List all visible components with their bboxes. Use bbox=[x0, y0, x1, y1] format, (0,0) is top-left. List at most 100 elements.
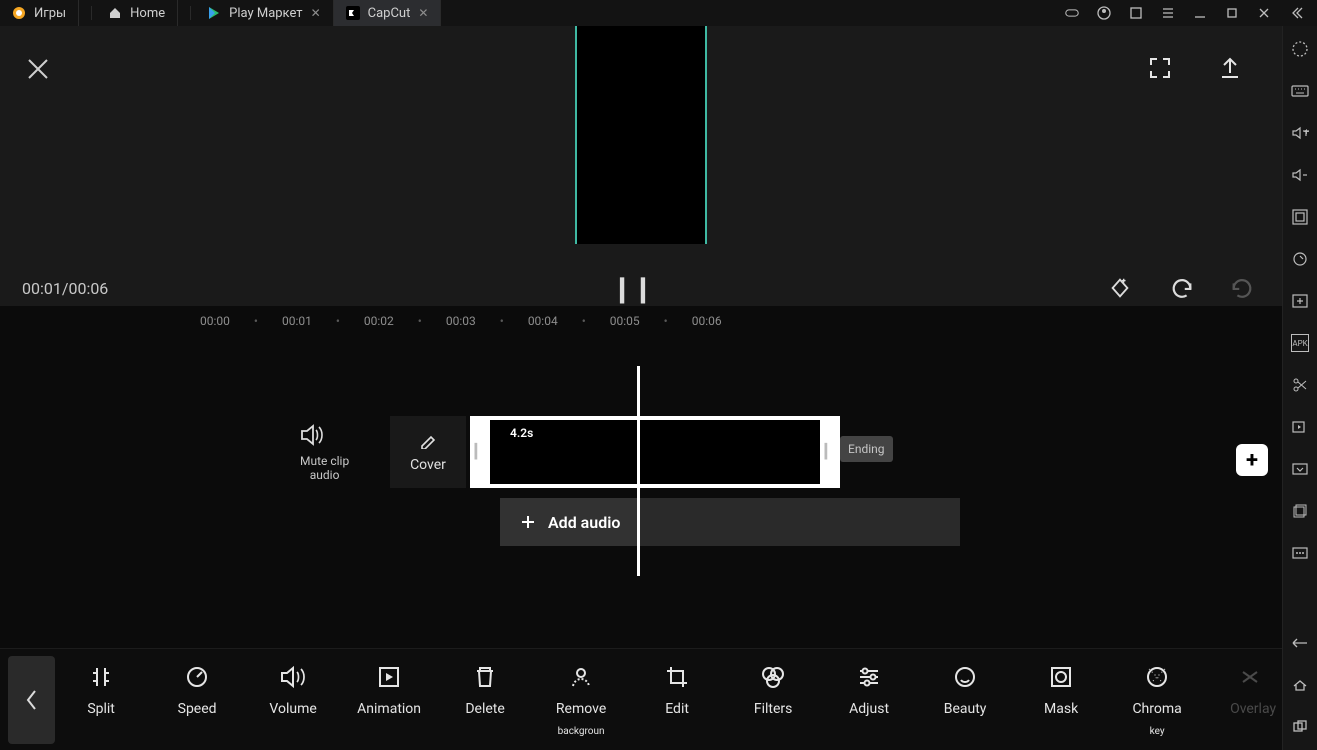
speaker-icon bbox=[300, 424, 349, 446]
time-ruler[interactable]: 00:00• 00:01• 00:02• 00:03• 00:04• 00:05… bbox=[0, 306, 1282, 336]
recent-icon[interactable] bbox=[1291, 718, 1309, 736]
mute-clip-audio-button[interactable]: Mute clipaudio bbox=[300, 424, 349, 482]
tool-overlay: Overlay bbox=[1227, 663, 1279, 737]
tick: 00:03 bbox=[446, 314, 476, 328]
save-icon[interactable] bbox=[1291, 460, 1309, 478]
screenshot-plus-icon[interactable] bbox=[1291, 292, 1309, 310]
tools: Split Speed Volume Animation Delete Remo… bbox=[75, 663, 1282, 737]
tool-edit[interactable]: Edit bbox=[651, 663, 703, 737]
tab-play-market[interactable]: Play Маркет ✕ bbox=[178, 0, 334, 26]
back-arrow-icon[interactable] bbox=[1291, 634, 1309, 652]
mask-icon bbox=[1047, 663, 1075, 691]
toolbar-back-button[interactable] bbox=[8, 656, 55, 744]
playhead[interactable] bbox=[637, 366, 640, 576]
menu-icon[interactable] bbox=[1161, 6, 1175, 20]
pencil-icon bbox=[419, 431, 437, 449]
video-preview[interactable] bbox=[575, 26, 707, 244]
fullscreen-button[interactable] bbox=[1148, 56, 1172, 80]
maximize-icon[interactable] bbox=[1225, 6, 1239, 20]
tick: 00:06 bbox=[692, 314, 722, 328]
tool-beauty[interactable]: Beauty bbox=[939, 663, 991, 737]
clip-duration: 4.2s bbox=[510, 426, 533, 440]
tool-adjust[interactable]: Adjust bbox=[843, 663, 895, 737]
tool-filters[interactable]: Filters bbox=[747, 663, 799, 737]
remove-bg-icon bbox=[567, 663, 595, 691]
tick: 00:00 bbox=[200, 314, 230, 328]
close-editor-button[interactable] bbox=[25, 56, 51, 82]
add-audio-button[interactable]: Add audio bbox=[500, 498, 960, 546]
beauty-icon bbox=[951, 663, 979, 691]
tick: 00:04 bbox=[528, 314, 558, 328]
volume-down-icon[interactable] bbox=[1291, 166, 1309, 184]
cover-label: Cover bbox=[410, 457, 446, 473]
tool-delete[interactable]: Delete bbox=[459, 663, 511, 737]
capcut-icon bbox=[346, 6, 360, 20]
collapse-sidebar-icon[interactable] bbox=[1289, 6, 1303, 20]
tool-remove-bg[interactable]: Remove backgroun bbox=[555, 663, 607, 737]
close-window-icon[interactable] bbox=[1257, 6, 1271, 20]
tool-split[interactable]: Split bbox=[75, 663, 127, 737]
layers-icon[interactable] bbox=[1291, 502, 1309, 520]
timeline[interactable]: Mute clipaudio Cover ▎ ▎ 4.2s Ending Add… bbox=[0, 336, 1282, 648]
tick: 00:02 bbox=[364, 314, 394, 328]
time-display: 00:01/00:06 bbox=[22, 279, 108, 298]
undo-button[interactable] bbox=[1170, 276, 1194, 300]
tool-volume[interactable]: Volume bbox=[267, 663, 319, 737]
add-track-button[interactable]: + bbox=[1236, 444, 1268, 476]
tab-home[interactable]: Home bbox=[79, 0, 178, 26]
volume-up-icon[interactable]: + bbox=[1291, 124, 1309, 142]
video-clip[interactable]: ▎ ▎ 4.2s bbox=[470, 416, 840, 488]
apk-icon[interactable]: APK bbox=[1291, 334, 1309, 352]
record-icon[interactable] bbox=[1291, 418, 1309, 436]
tab-label: Home bbox=[130, 6, 165, 21]
clip-handle-right[interactable]: ▎ bbox=[820, 420, 840, 484]
keyboard-icon[interactable] bbox=[1291, 82, 1309, 100]
adjust-icon bbox=[855, 663, 883, 691]
filters-icon bbox=[759, 663, 787, 691]
tab-capcut[interactable]: CapCut ✕ bbox=[334, 0, 442, 26]
tab-label: Игры bbox=[34, 6, 66, 21]
keyframe-button[interactable] bbox=[1108, 276, 1132, 300]
tool-animation[interactable]: Animation bbox=[363, 663, 415, 737]
plus-icon bbox=[520, 514, 536, 530]
close-icon[interactable]: ✕ bbox=[418, 6, 428, 20]
app-icon bbox=[12, 6, 26, 20]
main: 00:01/00:06 ▎▎ 00:00• 00:01• 00:02• 00:0… bbox=[0, 26, 1282, 750]
minimize-icon[interactable] bbox=[1193, 6, 1207, 20]
share-icon[interactable] bbox=[1129, 6, 1143, 20]
cover-button[interactable]: Cover bbox=[390, 416, 466, 488]
profile-icon[interactable] bbox=[1097, 6, 1111, 20]
overlay-icon bbox=[1239, 663, 1267, 691]
scissors-icon[interactable] bbox=[1291, 376, 1309, 394]
gear-icon[interactable] bbox=[1291, 40, 1309, 58]
animation-icon bbox=[375, 663, 403, 691]
tool-mask[interactable]: Mask bbox=[1035, 663, 1087, 737]
tab-label: Play Маркет bbox=[229, 6, 302, 21]
pause-button[interactable]: ▎▎ bbox=[620, 279, 662, 304]
tool-chroma-key[interactable]: Chroma key bbox=[1131, 663, 1183, 737]
tab-label: CapCut bbox=[368, 6, 411, 21]
chroma-key-icon bbox=[1143, 663, 1171, 691]
tool-speed[interactable]: Speed bbox=[171, 663, 223, 737]
system-icons bbox=[1051, 0, 1317, 26]
rotate-icon[interactable] bbox=[1291, 250, 1309, 268]
right-sidebar: + APK bbox=[1282, 26, 1317, 750]
speed-icon bbox=[183, 663, 211, 691]
fullscreen2-icon[interactable] bbox=[1291, 208, 1309, 226]
volume-icon bbox=[279, 663, 307, 691]
bottom-toolbar: Split Speed Volume Animation Delete Remo… bbox=[0, 648, 1282, 750]
home2-icon[interactable] bbox=[1291, 676, 1309, 694]
gamepad-icon[interactable] bbox=[1065, 6, 1079, 20]
more-dots-icon[interactable] bbox=[1291, 544, 1309, 562]
tab-games[interactable]: Игры bbox=[0, 0, 79, 26]
crop-icon bbox=[663, 663, 691, 691]
clip-handle-left[interactable]: ▎ bbox=[470, 420, 490, 484]
titlebar: Игры Home Play Маркет ✕ CapCut ✕ bbox=[0, 0, 1317, 26]
add-audio-label: Add audio bbox=[548, 513, 620, 532]
ending-tag[interactable]: Ending bbox=[840, 436, 893, 462]
preview-area: 00:01/00:06 ▎▎ bbox=[0, 26, 1282, 306]
close-icon[interactable]: ✕ bbox=[311, 6, 321, 20]
export-button[interactable] bbox=[1218, 56, 1242, 80]
split-icon bbox=[87, 663, 115, 691]
play-icon bbox=[207, 6, 221, 20]
